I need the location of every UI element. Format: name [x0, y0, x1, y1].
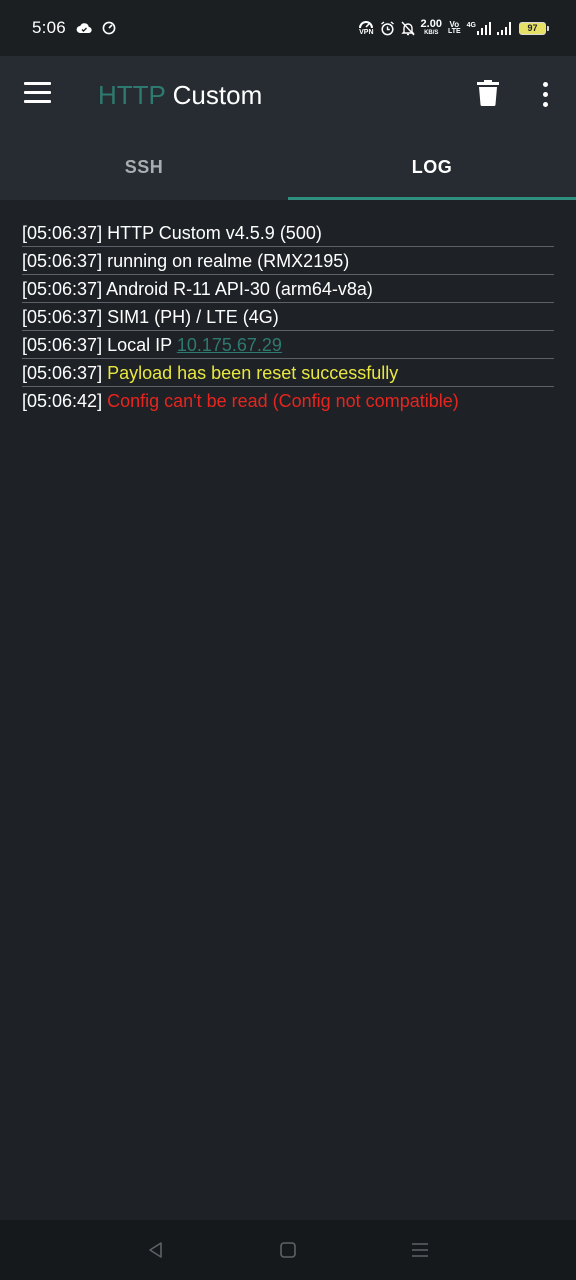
app-title: HTTP Custom [98, 80, 262, 110]
log-line: [05:06:37] Payload has been reset succes… [22, 359, 554, 387]
volte-bottom: LTE [447, 28, 461, 35]
network-speed: 2.00 KB/S [421, 19, 442, 37]
app-title-http: HTTP [98, 80, 166, 110]
alarm-icon [380, 20, 395, 36]
navigation-bar [0, 1220, 576, 1280]
local-ip-link[interactable]: 10.175.67.29 [177, 335, 282, 355]
trash-icon[interactable] [477, 80, 499, 106]
log-line: [05:06:37] running on realme (RMX2195) [22, 247, 554, 275]
vpn-label: VPN [359, 29, 374, 36]
battery-icon: 97 [519, 21, 549, 35]
volte-top: Vo [449, 20, 460, 29]
log-time: [05:06:37] [22, 363, 103, 383]
speedometer-icon [102, 21, 116, 35]
tab-bar: SSH LOG [0, 134, 576, 200]
log-line: [05:06:37] Local IP 10.175.67.29 [22, 331, 554, 359]
log-line: [05:06:37] SIM1 (PH) / LTE (4G) [22, 303, 554, 331]
menu-icon[interactable] [24, 82, 51, 106]
status-right: VPN 2.00 KB/S Vo LTE 4G 97 [359, 19, 549, 37]
battery-level: 97 [527, 23, 538, 33]
log-line: [05:06:42] Config can't be read (Config … [22, 387, 554, 415]
recents-icon[interactable] [408, 1238, 432, 1262]
status-time: 5:06 [32, 18, 66, 37]
mute-bell-icon [400, 21, 415, 36]
log-message: Local IP [107, 335, 172, 355]
speed-unit: KB/S [424, 30, 439, 36]
log-message: SIM1 (PH) / LTE (4G) [107, 307, 279, 327]
tab-indicator [288, 197, 576, 200]
status-left: 5:06 [32, 18, 116, 38]
tab-ssh[interactable]: SSH [0, 134, 288, 200]
volte-icon: Vo LTE [447, 20, 461, 36]
log-message: running on realme (RMX2195) [107, 251, 350, 271]
log-message-error: Config can't be read (Config not compati… [107, 391, 459, 411]
log-time: [05:06:37] [22, 251, 103, 271]
log-message: Android R-11 API-30 (arm64-v8a) [106, 279, 373, 299]
log-list: [05:06:37] HTTP Custom v4.5.9 (500) [05:… [22, 219, 554, 415]
vpn-icon: VPN [359, 20, 374, 36]
signal-4g-icon: 4G [466, 21, 491, 35]
tab-log-label: LOG [411, 156, 453, 177]
signal-icon [497, 21, 513, 35]
tab-log[interactable]: LOG [288, 134, 576, 200]
screen: 5:06 VPN 2.00 KB/S Vo LTE 4G 97 HTTP Cus… [0, 0, 576, 1280]
log-time: [05:06:37] [22, 307, 103, 327]
tab-ssh-label: SSH [124, 156, 164, 177]
log-time: [05:06:37] [22, 279, 103, 299]
log-line: [05:06:37] HTTP Custom v4.5.9 (500) [22, 219, 554, 247]
log-time: [05:06:37] [22, 335, 103, 355]
log-time: [05:06:37] [22, 223, 103, 243]
back-icon[interactable] [144, 1238, 168, 1262]
log-time: [05:06:42] [22, 391, 103, 411]
log-line: [05:06:37] Android R-11 API-30 (arm64-v8… [22, 275, 554, 303]
home-icon[interactable] [276, 1238, 300, 1262]
app-bar: HTTP Custom [0, 56, 576, 134]
cloud-icon [76, 22, 92, 34]
network-type: 4G [466, 21, 476, 29]
log-message-success: Payload has been reset successfully [107, 363, 399, 383]
more-vert-icon[interactable] [538, 82, 552, 108]
status-bar: 5:06 VPN 2.00 KB/S Vo LTE 4G 97 [0, 0, 576, 56]
log-message: HTTP Custom v4.5.9 (500) [107, 223, 322, 243]
app-title-custom: Custom [172, 80, 263, 110]
speed-value: 2.00 [420, 18, 442, 30]
